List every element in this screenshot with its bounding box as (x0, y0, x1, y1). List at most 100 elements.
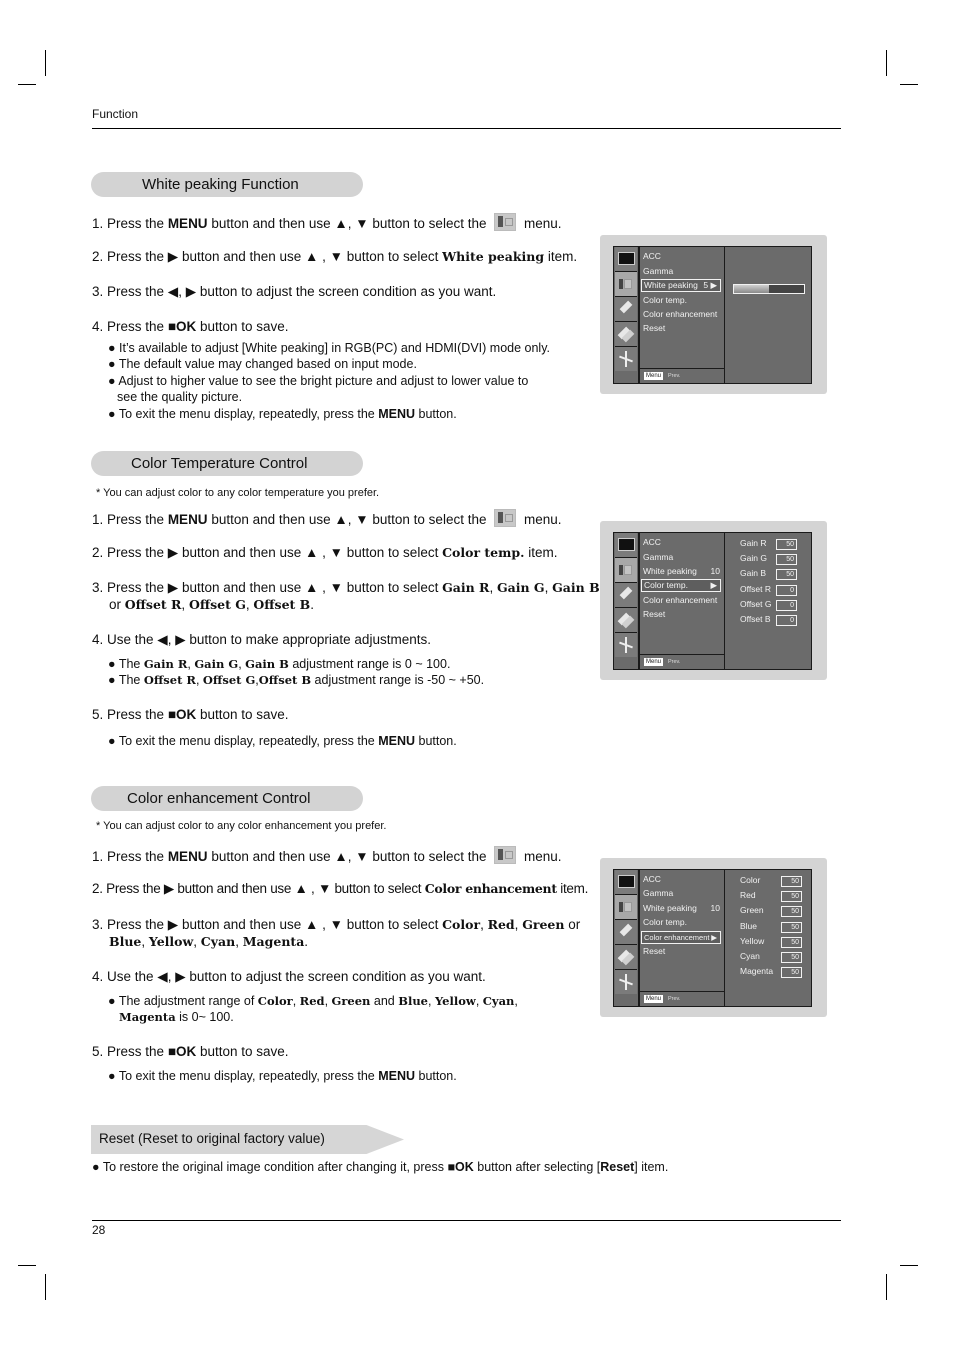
bullet: ● The adjustment range of Color, Red, Gr… (108, 994, 518, 1008)
osd-icon-column (614, 870, 640, 1006)
section-title-color-temp: Color Temperature Control (91, 451, 363, 476)
osd-menu-button[interactable]: Menu (644, 995, 664, 1003)
osd-footer: Menu Prev. (640, 368, 724, 383)
step-3: 3. Press the ▶ button and then use ▲ , ▼… (92, 917, 581, 932)
crop-mark (45, 1274, 46, 1300)
osd-icon-column (614, 533, 640, 669)
section-title-white-peaking: White peaking Function (91, 172, 363, 197)
osd-menu-item-selected[interactable]: White peaking 5 ▶ (641, 279, 721, 292)
osd-setting-label[interactable]: Gain B (740, 568, 766, 578)
crop-mark (886, 50, 887, 76)
crop-mark (900, 84, 918, 85)
footer-rule (92, 1220, 841, 1221)
osd-menu-item[interactable]: Color temp. (643, 295, 687, 305)
crop-mark (886, 1274, 887, 1300)
osd-menu-item-selected[interactable]: Color enhancement ▶ (641, 931, 721, 944)
osd-menu-button[interactable]: Menu (644, 372, 664, 380)
section-title-text: White peaking Function (142, 176, 299, 193)
osd-menu-item[interactable]: Color temp. (643, 917, 687, 927)
gauge-fill (734, 285, 769, 293)
header-rule (92, 128, 841, 129)
osd-menu-item[interactable]: White peaking 10 (643, 566, 723, 576)
bullet: ● The Offset R, Offset G,Offset B adjust… (108, 673, 485, 687)
osd-menu-list: ACC Gamma White peaking 10 Color temp. Co… (640, 870, 725, 1006)
osd-setting-label[interactable]: Green (740, 905, 764, 915)
osd-screenshot-color-temp: ACC Gamma White peaking 10 Color temp. ▶ C… (600, 521, 827, 680)
double-tag-icon (615, 608, 637, 633)
step-3: 3. Press the ▶ button and then use ▲ , ▼… (92, 580, 600, 595)
white-peaking-gauge[interactable] (733, 284, 805, 294)
picture-icon (615, 247, 637, 272)
double-tag-icon (615, 945, 637, 970)
osd-menu-item[interactable]: Reset (643, 946, 665, 956)
osd-menu-item[interactable]: Reset (643, 323, 665, 333)
osd-setting-label[interactable]: Gain R (740, 538, 766, 548)
bullet-continuation: Magenta is 0~ 100. (119, 1010, 234, 1024)
picture-icon (615, 533, 637, 558)
osd-menu-item[interactable]: Gamma (643, 888, 673, 898)
osd-setting-label[interactable]: Yellow (740, 936, 764, 946)
osd-setting-label[interactable]: Red (740, 890, 756, 900)
osd-menu-item[interactable]: Reset (643, 609, 665, 619)
screen-menu-icon (615, 558, 637, 583)
tag-icon (615, 583, 637, 608)
osd-setting-value: 50 (781, 967, 802, 979)
osd-setting-label[interactable]: Offset G (740, 599, 772, 609)
osd-menu-item[interactable]: ACC (643, 251, 661, 261)
osd-value-panel: Gain R 50 Gain G 50 Gain B 50 Offset R 0 Offset … (726, 533, 811, 669)
osd-menu-button[interactable]: Menu (644, 658, 664, 666)
tools-icon (615, 633, 637, 657)
bullet: ● To exit the menu display, repeatedly, … (108, 1069, 457, 1083)
osd-menu-item[interactable]: ACC (643, 874, 661, 884)
step-1: 1. Press the MENU button and then use ▲,… (92, 509, 562, 527)
step-2: 2. Press the ▶ button and then use ▲ , ▼… (92, 545, 558, 560)
osd-menu-item[interactable]: Gamma (643, 266, 673, 276)
osd-menu-item[interactable]: Color enhancement (643, 309, 717, 319)
osd-setting-label[interactable]: Color (740, 875, 760, 885)
tools-icon (615, 347, 637, 371)
osd-setting-label[interactable]: Magenta (740, 966, 773, 976)
bullet: ● The default value may changed based on… (108, 357, 417, 371)
osd-menu-item[interactable]: Color enhancement (643, 595, 717, 605)
osd-setting-label[interactable]: Gain G (740, 553, 767, 563)
osd-setting-value: 50 (781, 906, 802, 918)
tools-icon (615, 970, 637, 994)
osd-setting-value: 0 (776, 584, 797, 596)
step-5: 5. Press the ■OK button to save. (92, 707, 289, 722)
osd-setting-value: 50 (781, 936, 802, 948)
osd-menu-list: ACC Gamma White peaking 5 ▶ Color temp. C… (640, 247, 725, 383)
step-3: 3. Press the ◀, ▶ button to adjust the s… (92, 284, 497, 299)
step-5: 5. Press the ■OK button to save. (92, 1044, 289, 1059)
osd-setting-label[interactable]: Offset R (740, 584, 771, 594)
osd-setting-value: 0 (776, 599, 797, 611)
osd-setting-label[interactable]: Blue (740, 921, 757, 931)
tag-icon (615, 297, 637, 322)
screen-menu-icon (615, 895, 637, 920)
osd-setting-value: 50 (781, 921, 802, 933)
osd-setting-label[interactable]: Offset B (740, 614, 771, 624)
osd-menu-item[interactable]: White peaking 10 (643, 903, 723, 913)
screen-menu-icon (615, 272, 637, 297)
osd-icon-column (614, 247, 640, 383)
osd-value-panel: Color 50 Red 50 Green 50 Blue 50 Yellow 50 Cyan 50 M… (726, 870, 811, 1006)
osd-setting-value: 50 (781, 876, 802, 887)
osd-menu-item[interactable]: ACC (643, 537, 661, 547)
osd-setting-value: 50 (781, 891, 802, 903)
tag-icon (615, 920, 637, 945)
crop-mark (18, 1265, 36, 1266)
step-4: 4. Press the ■OK button to save. (92, 319, 289, 334)
crop-mark (900, 1265, 918, 1266)
osd-setting-value: 50 (781, 952, 802, 963)
section-title-text: Reset (Reset to original factory value) (99, 1131, 325, 1146)
osd-menu-list: ACC Gamma White peaking 10 Color temp. ▶ C… (640, 533, 725, 669)
osd-menu-item[interactable]: Gamma (643, 552, 673, 562)
osd-screenshot-white-peaking: ACC Gamma White peaking 5 ▶ Color temp. C… (600, 235, 827, 394)
bullet: ● It’s available to adjust [White peakin… (108, 341, 550, 355)
step-4: 4. Use the ◀, ▶ button to adjust the scr… (92, 969, 486, 984)
osd-setting-value: 0 (776, 615, 797, 626)
bullet: ● The Gain R, Gain G, Gain B adjustment … (108, 657, 451, 671)
osd-setting-label[interactable]: Cyan (740, 951, 760, 961)
step-3-continuation: Blue, Yellow, Cyan, Magenta. (109, 934, 309, 949)
osd-menu-item-selected[interactable]: Color temp. ▶ (641, 579, 721, 592)
osd-setting-value: 50 (776, 569, 797, 581)
